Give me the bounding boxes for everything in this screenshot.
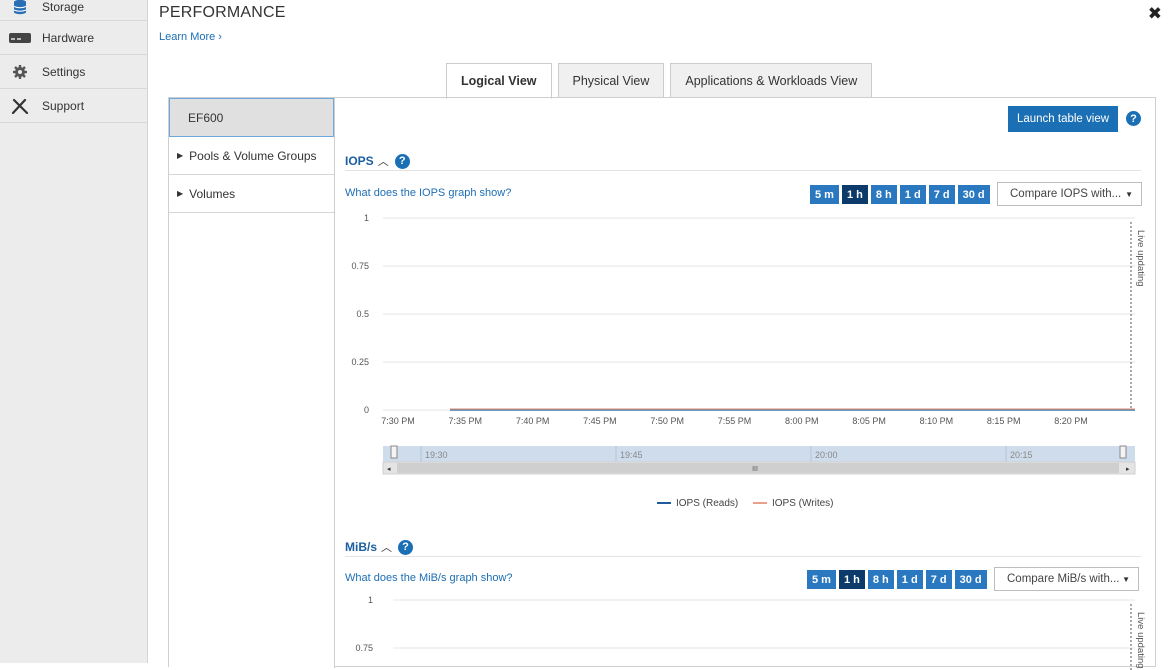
mibs-heading: MiB/s — [345, 540, 378, 554]
collapse-caret-icon: ︿ — [381, 542, 393, 554]
range-5m-button[interactable]: 5 m — [807, 570, 836, 589]
navigator-right-handle — [1119, 445, 1127, 459]
range-1d-button[interactable]: 1 d — [899, 185, 926, 204]
y-tick-label: 0.5 — [356, 309, 369, 319]
compare-iops-select[interactable]: Compare IOPS with... ▼ — [997, 182, 1142, 206]
x-tick-label: 7:35 PM — [449, 416, 483, 426]
range-8h-button[interactable]: 8 h — [867, 570, 894, 589]
left-sidebar: Storage Hardware Settings Support — [0, 0, 148, 663]
y-tick-label: 0.25 — [351, 357, 369, 367]
range-5m-button[interactable]: 5 m — [810, 185, 839, 204]
scroll-right-arrow-icon: ▸ — [1126, 466, 1130, 473]
navigator-label: 20:00 — [815, 450, 838, 460]
help-icon[interactable]: ? — [398, 539, 414, 555]
sidebar-item-support[interactable]: Support — [0, 89, 147, 123]
nav-item-label: Volumes — [189, 186, 236, 201]
close-icon[interactable]: ✖ — [1148, 4, 1162, 24]
divider — [345, 556, 1141, 557]
live-updating-label: Live updating — [1135, 612, 1146, 669]
y-tick-label: 0.75 — [355, 643, 373, 653]
collapse-caret-icon: ︿ — [377, 156, 389, 168]
compare-mibs-value: Compare MiB/s with... — [1007, 573, 1120, 585]
divider — [345, 170, 1141, 171]
nav-item-label: Pools & Volume Groups — [189, 148, 317, 163]
page-title: PERFORMANCE — [159, 4, 286, 21]
legend-label-writes: IOPS (Writes) — [772, 498, 833, 509]
help-icon[interactable]: ? — [1126, 111, 1141, 126]
x-tick-label: 8:10 PM — [920, 416, 954, 426]
iops-graph-info-link[interactable]: What does the IOPS graph show? — [345, 187, 511, 199]
help-icon[interactable]: ? — [394, 153, 410, 169]
navigator-label: 20:15 — [1010, 450, 1033, 460]
range-7d-button[interactable]: 7 d — [928, 185, 955, 204]
iops-section-header[interactable]: IOPS ︿ ? — [345, 153, 410, 169]
x-tick-label: 7:40 PM — [516, 416, 550, 426]
iops-time-range-buttons: 5 m 1 h 8 h 1 d 7 d 30 d — [810, 185, 993, 204]
dropdown-arrow-icon: ▼ — [1125, 189, 1133, 199]
legend-label-reads: IOPS (Reads) — [676, 498, 738, 509]
range-8h-button[interactable]: 8 h — [870, 185, 897, 204]
tools-icon — [8, 98, 32, 114]
x-tick-label: 8:00 PM — [785, 416, 819, 426]
database-icon — [8, 0, 32, 15]
y-tick-label: 1 — [368, 595, 373, 605]
range-1h-button[interactable]: 1 h — [838, 570, 865, 589]
range-30d-button[interactable]: 30 d — [954, 570, 987, 589]
nav-item-volumes[interactable]: ▶ Volumes — [169, 175, 334, 213]
range-7d-button[interactable]: 7 d — [925, 570, 952, 589]
scrollbar-grip-icon: III — [752, 466, 758, 473]
sidebar-item-label: Settings — [42, 64, 86, 79]
sidebar-item-label: Hardware — [42, 30, 95, 45]
navigator-label: 19:30 — [425, 450, 448, 460]
tab-applications-workloads-view[interactable]: Applications & Workloads View — [670, 63, 873, 98]
compare-iops-value: Compare IOPS with... — [1010, 188, 1122, 200]
y-tick-label: 1 — [364, 213, 369, 223]
dropdown-arrow-icon: ▼ — [1122, 574, 1130, 584]
range-30d-button[interactable]: 30 d — [957, 185, 990, 204]
mibs-section-header[interactable]: MiB/s ︿ ? — [345, 539, 414, 555]
sidebar-item-label: Storage — [42, 0, 85, 14]
expand-triangle-icon: ▶ — [177, 189, 184, 198]
navigator-label: 19:45 — [620, 450, 643, 460]
range-1d-button[interactable]: 1 d — [896, 570, 923, 589]
view-tabs: Logical View Physical View Applications … — [446, 63, 878, 99]
iops-heading: IOPS — [345, 154, 374, 168]
iops-chart: 1 0.75 0.5 0.25 0 7:30 PM 7:35 PM 7:40 PM 7:45 P… — [351, 213, 1146, 509]
y-tick-label: 0.75 — [351, 261, 369, 271]
x-tick-label: 8:20 PM — [1054, 416, 1088, 426]
object-nav: EF600 ▶ Pools & Volume Groups ▶ Volumes — [169, 98, 335, 668]
y-tick-label: 0 — [364, 405, 369, 415]
x-tick-label: 8:15 PM — [987, 416, 1021, 426]
mibs-graph-info-link[interactable]: What does the MiB/s graph show? — [345, 572, 513, 584]
learn-more-link[interactable]: Learn More › — [159, 31, 222, 43]
nav-item-pools-volume-groups[interactable]: ▶ Pools & Volume Groups — [169, 137, 334, 175]
scroll-left-arrow-icon: ◂ — [387, 466, 391, 473]
nav-item-ef600[interactable]: EF600 — [169, 98, 334, 137]
content-frame: EF600 ▶ Pools & Volume Groups ▶ Volumes … — [168, 97, 1156, 670]
compare-mibs-select[interactable]: Compare MiB/s with... ▼ — [994, 567, 1139, 591]
sidebar-item-label: Support — [42, 98, 85, 113]
mibs-chart: 1 0.75 Live updating — [355, 595, 1146, 670]
tab-physical-view[interactable]: Physical View — [557, 63, 665, 98]
x-tick-label: 7:50 PM — [650, 416, 684, 426]
gear-icon — [8, 64, 32, 80]
x-tick-label: 7:30 PM — [381, 416, 415, 426]
mibs-time-range-buttons: 5 m 1 h 8 h 1 d 7 d 30 d — [807, 570, 990, 589]
navigator-left-handle — [390, 445, 398, 459]
x-tick-label: 7:45 PM — [583, 416, 617, 426]
sidebar-item-hardware[interactable]: Hardware — [0, 21, 147, 55]
x-tick-label: 7:55 PM — [718, 416, 752, 426]
sidebar-item-storage[interactable]: Storage — [0, 0, 147, 21]
live-updating-label: Live updating — [1135, 230, 1146, 287]
scrollbar-thumb — [397, 463, 1119, 473]
launch-table-view-button[interactable]: Launch table view — [1008, 106, 1118, 132]
range-1h-button[interactable]: 1 h — [841, 185, 868, 204]
sidebar-item-settings[interactable]: Settings — [0, 55, 147, 89]
tab-logical-view[interactable]: Logical View — [446, 63, 552, 99]
hardware-icon — [8, 30, 32, 46]
x-tick-label: 8:05 PM — [852, 416, 886, 426]
expand-triangle-icon: ▶ — [177, 151, 184, 160]
